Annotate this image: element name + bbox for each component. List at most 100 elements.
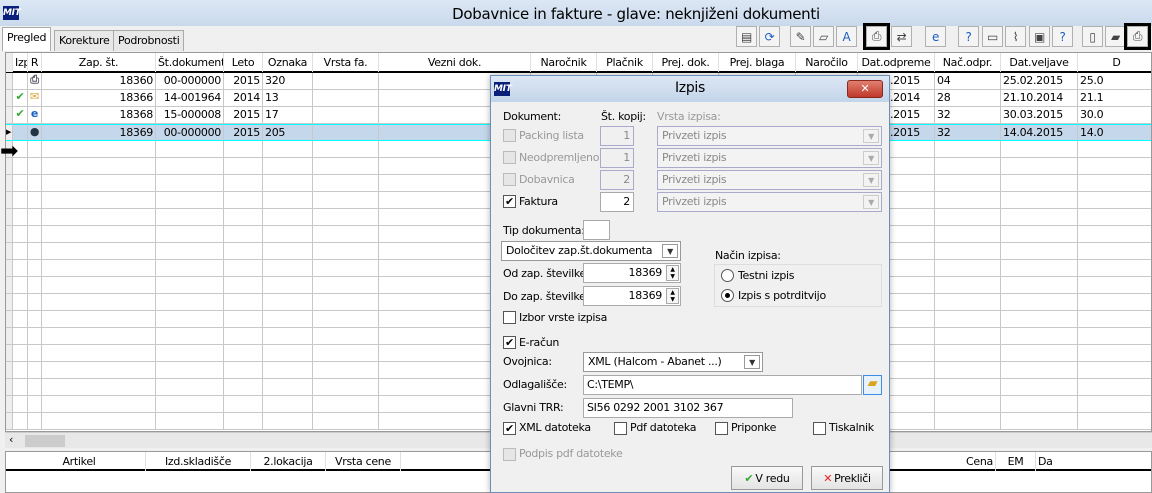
- folder-icon[interactable]: ▰: [1105, 26, 1126, 47]
- spinner-icon[interactable]: ▲ ▼: [666, 265, 679, 281]
- column-header[interactable]: R: [28, 53, 42, 72]
- row-selector[interactable]: [6, 396, 13, 413]
- pdf-checkbox[interactable]: [614, 422, 627, 435]
- ok-button[interactable]: ✔ V redu: [731, 466, 803, 490]
- row-selector[interactable]: [6, 107, 13, 124]
- doc-checkbox[interactable]: [503, 129, 516, 142]
- copies-input[interactable]: 2: [600, 192, 634, 212]
- column-header[interactable]: D: [1078, 53, 1151, 72]
- vrsta-izpisa-select[interactable]: Privzeti izpis ▼: [657, 148, 882, 168]
- od-stevilke-input[interactable]: 18369 ▲ ▼: [583, 263, 681, 283]
- report-icon[interactable]: ▤: [736, 26, 757, 47]
- new-document-icon[interactable]: ▯: [1082, 26, 1103, 47]
- row-selector[interactable]: [6, 226, 13, 243]
- detail-column-header[interactable]: EM: [996, 452, 1036, 471]
- row-selector[interactable]: [6, 175, 13, 192]
- column-header[interactable]: Dat.veljave: [1001, 53, 1078, 72]
- column-header[interactable]: Prej. blaga: [719, 53, 796, 72]
- internet-explorer-icon[interactable]: e: [925, 26, 946, 47]
- cancel-button[interactable]: ✕ Prekliči: [811, 466, 883, 490]
- xml-checkbox[interactable]: ✔: [503, 422, 516, 435]
- chevron-down-icon[interactable]: ▼: [863, 129, 879, 143]
- podpis-checkbox[interactable]: [503, 448, 516, 461]
- trr-input[interactable]: SI56 0292 2001 3102 367: [583, 398, 793, 418]
- ovojnica-select[interactable]: XML (Halcom - Abanet ...) ▼: [583, 352, 763, 372]
- help-icon[interactable]: ?: [1052, 26, 1073, 47]
- row-selector[interactable]: [6, 192, 13, 209]
- detail-column-header[interactable]: 2.lokacija: [251, 452, 326, 471]
- vrsta-izpisa-select[interactable]: Privzeti izpis ▼: [657, 192, 882, 212]
- tip-dokumenta-input[interactable]: [583, 220, 610, 240]
- row-selector[interactable]: [6, 260, 13, 277]
- priponke-checkbox[interactable]: [715, 422, 728, 435]
- column-header[interactable]: Št.dokumenta: [156, 53, 224, 72]
- column-header[interactable]: Leto: [224, 53, 263, 72]
- tab-pregled[interactable]: Pregled: [2, 27, 52, 51]
- detail-column-header[interactable]: Izd.skladišče: [146, 452, 251, 471]
- testni-radio[interactable]: [721, 269, 734, 282]
- edit-icon[interactable]: ✎: [790, 26, 811, 47]
- row-selector[interactable]: [6, 311, 13, 328]
- refresh-icon[interactable]: ⟳: [759, 26, 780, 47]
- printer-icon[interactable]: ⎙: [1124, 23, 1151, 50]
- doc-checkbox[interactable]: [503, 173, 516, 186]
- row-selector[interactable]: [6, 345, 13, 362]
- tab-korekture[interactable]: Korekture: [54, 30, 115, 51]
- tiskalnik-checkbox[interactable]: [813, 422, 826, 435]
- row-selector[interactable]: [6, 277, 13, 294]
- column-header[interactable]: Vezni dok.: [379, 53, 531, 72]
- open-folder-icon[interactable]: ▱: [813, 26, 834, 47]
- attach-icon[interactable]: ⌇: [1005, 26, 1026, 47]
- detail-column-header[interactable]: Artikel: [13, 452, 146, 471]
- copies-input[interactable]: 2: [600, 170, 634, 190]
- vrsta-izpisa-select[interactable]: Privzeti izpis ▼: [657, 170, 882, 190]
- close-button[interactable]: ✕: [847, 80, 883, 98]
- row-selector[interactable]: [6, 328, 13, 345]
- odlagalisce-input[interactable]: C:\TEMP\: [583, 375, 862, 395]
- column-header[interactable]: Prej. dok.: [653, 53, 719, 72]
- row-selector[interactable]: [6, 379, 13, 396]
- vrsta-izpisa-select[interactable]: Privzeti izpis ▼: [657, 126, 882, 146]
- column-header[interactable]: Zap. št.: [42, 53, 156, 72]
- column-header[interactable]: Nač.odpr.: [935, 53, 1001, 72]
- row-selector[interactable]: [6, 73, 13, 90]
- potrditev-radio[interactable]: [721, 289, 734, 302]
- column-header[interactable]: Naročnik: [531, 53, 597, 72]
- chevron-down-icon[interactable]: ▼: [863, 151, 879, 165]
- doc-checkbox[interactable]: [503, 151, 516, 164]
- monitor-icon[interactable]: ▣: [1029, 26, 1050, 47]
- column-header[interactable]: Plačnik: [597, 53, 653, 72]
- row-selector[interactable]: [6, 294, 13, 311]
- detail-column-header[interactable]: Da: [1036, 452, 1151, 471]
- do-stevilke-input[interactable]: 18369 ▲ ▼: [583, 286, 681, 306]
- dolocitev-select[interactable]: Določitev zap.št.dokumenta ▼: [501, 241, 681, 261]
- scroll-left-icon[interactable]: ‹: [9, 433, 13, 446]
- chevron-down-icon[interactable]: ▼: [662, 244, 678, 258]
- row-selector[interactable]: [6, 209, 13, 226]
- detail-column-header[interactable]: Cena: [906, 452, 996, 471]
- chevron-down-icon[interactable]: ▼: [744, 355, 760, 369]
- tab-podrobnosti[interactable]: Podrobnosti: [113, 30, 185, 51]
- eracun-checkbox[interactable]: ✔: [503, 336, 516, 349]
- copies-input[interactable]: 1: [600, 126, 634, 146]
- export-icon[interactable]: ⇄: [891, 26, 912, 47]
- pdf-icon[interactable]: ⎙: [863, 23, 890, 50]
- window-icon[interactable]: ▭: [982, 26, 1003, 47]
- row-selector[interactable]: [6, 413, 13, 430]
- column-header[interactable]: Vrsta fa.: [313, 53, 379, 72]
- detail-column-header[interactable]: Vrsta cene: [326, 452, 401, 471]
- copies-input[interactable]: 1: [600, 148, 634, 168]
- izbor-checkbox[interactable]: [503, 311, 516, 324]
- doc-checkbox[interactable]: ✔: [503, 195, 516, 208]
- row-selector[interactable]: [6, 90, 13, 107]
- column-header[interactable]: Izp.: [13, 53, 28, 72]
- column-header[interactable]: Naročilo: [796, 53, 858, 72]
- row-selector[interactable]: [6, 362, 13, 379]
- scroll-thumb[interactable]: [25, 435, 65, 447]
- spinner-icon[interactable]: ▲ ▼: [666, 288, 679, 304]
- chevron-down-icon[interactable]: ▼: [863, 173, 879, 187]
- column-header[interactable]: Dat.odpreme: [858, 53, 935, 72]
- font-icon[interactable]: A: [836, 26, 857, 47]
- row-selector[interactable]: [6, 243, 13, 260]
- column-header[interactable]: Oznaka: [263, 53, 313, 72]
